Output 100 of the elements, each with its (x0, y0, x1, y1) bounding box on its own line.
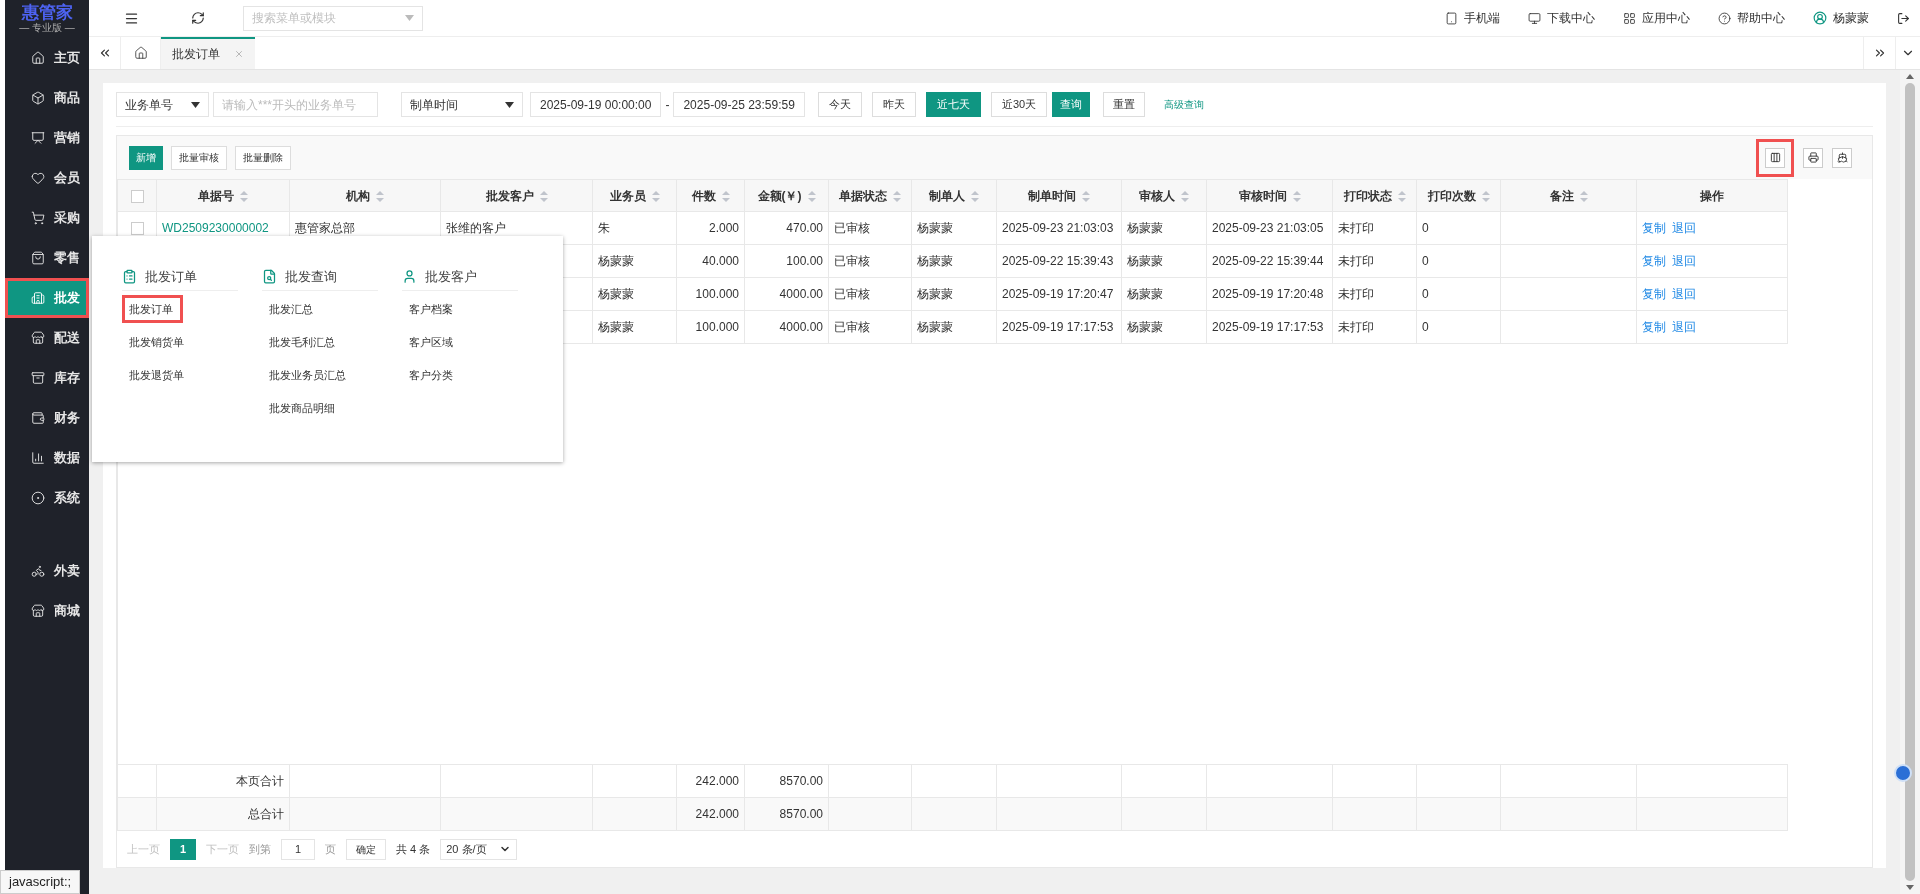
sort-icon[interactable] (1579, 190, 1588, 202)
sort-icon[interactable] (376, 190, 384, 202)
scrollbar-thumb[interactable] (1905, 83, 1915, 881)
sort-icon[interactable] (1292, 190, 1301, 202)
close-icon[interactable] (234, 49, 244, 59)
sidebar-item[interactable]: 外卖 (5, 551, 89, 591)
menu-item[interactable]: 批发销货单 (122, 328, 191, 356)
row-action-link[interactable]: 退回 (1672, 254, 1696, 268)
refresh-icon[interactable] (191, 11, 205, 25)
columns-button[interactable] (1765, 147, 1785, 168)
header-link[interactable]: 应用中心 (1623, 9, 1690, 27)
scrollbar[interactable] (1900, 70, 1920, 894)
sort-icon[interactable] (651, 190, 660, 202)
sidebar-item[interactable]: 采购 (5, 198, 89, 238)
date-range-button[interactable]: 昨天 (871, 92, 916, 117)
menu-item[interactable]: 批发业务员汇总 (262, 361, 353, 389)
sort-icon[interactable] (893, 190, 901, 202)
user-menu[interactable]: 杨蒙蒙 (1813, 9, 1869, 27)
row-action-link[interactable]: 复制 (1642, 287, 1666, 301)
advanced-query-link[interactable]: 高级查询 (1164, 97, 1205, 112)
header-link[interactable]: 下载中心 (1528, 9, 1595, 27)
toolbar-button[interactable]: 新增 (129, 145, 163, 170)
sidebar-item[interactable]: 主页 (5, 38, 89, 78)
row-action-link[interactable]: 退回 (1672, 320, 1696, 334)
scroll-down-icon[interactable] (1906, 885, 1914, 890)
column-header[interactable]: 金额(￥) (744, 179, 829, 212)
table-cell: 杨蒙蒙 (917, 221, 953, 235)
column-header[interactable]: 机构 (289, 179, 441, 212)
menu-item[interactable]: 客户区域 (402, 328, 460, 356)
sidebar-item[interactable]: 库存 (5, 358, 89, 398)
field-select[interactable]: 业务单号 (116, 92, 209, 117)
menu-item[interactable]: 客户档案 (402, 295, 460, 323)
export-button[interactable] (1832, 147, 1852, 168)
confirm-button[interactable]: 确定 (346, 838, 386, 860)
logout-icon[interactable] (1897, 11, 1910, 25)
tab[interactable]: 批发订单 (161, 37, 255, 69)
column-header[interactable]: 审核时间 (1206, 179, 1333, 212)
sidebar-item[interactable]: 商城 (5, 591, 89, 631)
toolbar-button[interactable]: 批量删除 (235, 145, 291, 170)
sort-icon[interactable] (539, 190, 548, 202)
column-header[interactable]: 单据号 (156, 179, 290, 212)
keyword-field[interactable]: 请输入***开头的业务单号 (213, 92, 378, 117)
toolbar-button[interactable]: 批量审核 (171, 145, 227, 170)
menu-item[interactable]: 客户分类 (402, 361, 460, 389)
sort-icon[interactable] (1481, 190, 1490, 202)
page-number[interactable]: 1 (170, 838, 196, 860)
date-range-button[interactable]: 今天 (817, 92, 862, 117)
sort-icon[interactable] (807, 190, 816, 202)
row-action-link[interactable]: 复制 (1642, 254, 1666, 268)
checkbox[interactable] (130, 222, 144, 236)
date-end-field[interactable]: 2025-09-25 23:59:59 (673, 92, 805, 117)
menu-item[interactable]: 批发汇总 (262, 295, 320, 323)
query-button[interactable]: 查询 (1052, 92, 1091, 117)
sidebar-item[interactable]: 财务 (5, 398, 89, 438)
menu-item[interactable]: 批发订单 (122, 295, 183, 323)
menu-item[interactable]: 批发毛利汇总 (262, 328, 342, 356)
row-action-link[interactable]: 退回 (1672, 287, 1696, 301)
row-action-link[interactable]: 复制 (1642, 320, 1666, 334)
header-link[interactable]: 帮助中心 (1718, 9, 1785, 27)
column-header[interactable]: 制单时间 (996, 179, 1122, 212)
column-header[interactable]: 打印次数 (1416, 179, 1501, 212)
column-header[interactable]: 操作 (1636, 179, 1788, 212)
page-input[interactable]: 1 (281, 838, 315, 860)
sidebar-item[interactable]: 批发 (5, 278, 89, 318)
sort-icon[interactable] (240, 190, 248, 202)
scroll-up-icon[interactable] (1906, 74, 1914, 79)
checkbox[interactable] (130, 189, 144, 203)
column-header[interactable]: 单据状态 (828, 179, 912, 212)
column-header[interactable]: 审核人 (1121, 179, 1207, 212)
sidebar-item[interactable]: 系统 (5, 478, 89, 518)
page-size-select[interactable]: 20 条/页 (440, 838, 518, 860)
column-header[interactable]: 批发客户 (440, 179, 593, 212)
sidebar-item[interactable]: 数据 (5, 438, 89, 478)
date-range-button[interactable]: 近七天 (925, 92, 981, 117)
column-header[interactable]: 业务员 (592, 179, 677, 212)
sidebar-item[interactable]: 配送 (5, 318, 89, 358)
sidebar-item[interactable]: 营销 (5, 118, 89, 158)
reset-button[interactable]: 重置 (1103, 92, 1146, 117)
column-header[interactable]: 备注 (1500, 179, 1637, 212)
sidebar-item[interactable]: 会员 (5, 158, 89, 198)
column-header[interactable]: 件数 (676, 179, 745, 212)
date-start-field[interactable]: 2025-09-19 00:00:00 (530, 92, 662, 117)
table-cell: 2025-09-19 17:20:47 (1002, 287, 1114, 301)
sort-icon[interactable] (971, 190, 979, 202)
sidebar-item[interactable]: 商品 (5, 78, 89, 118)
print-button[interactable] (1803, 147, 1823, 168)
sidebar-item[interactable]: 零售 (5, 238, 89, 278)
menu-item[interactable]: 批发商品明细 (262, 394, 342, 422)
sort-icon[interactable] (721, 190, 730, 202)
menu-item[interactable]: 批发退货单 (122, 361, 191, 389)
row-action-link[interactable]: 退回 (1672, 221, 1696, 235)
time-select[interactable]: 制单时间 (401, 92, 523, 117)
column-header[interactable]: 打印状态 (1332, 179, 1417, 212)
header-link[interactable]: 手机端 (1445, 9, 1500, 27)
column-header[interactable]: 制单人 (911, 179, 997, 212)
date-range-button[interactable]: 近30天 (990, 92, 1048, 117)
sort-icon[interactable] (1181, 190, 1189, 202)
sort-icon[interactable] (1082, 190, 1090, 202)
row-action-link[interactable]: 复制 (1642, 221, 1666, 235)
sort-icon[interactable] (1397, 190, 1406, 202)
